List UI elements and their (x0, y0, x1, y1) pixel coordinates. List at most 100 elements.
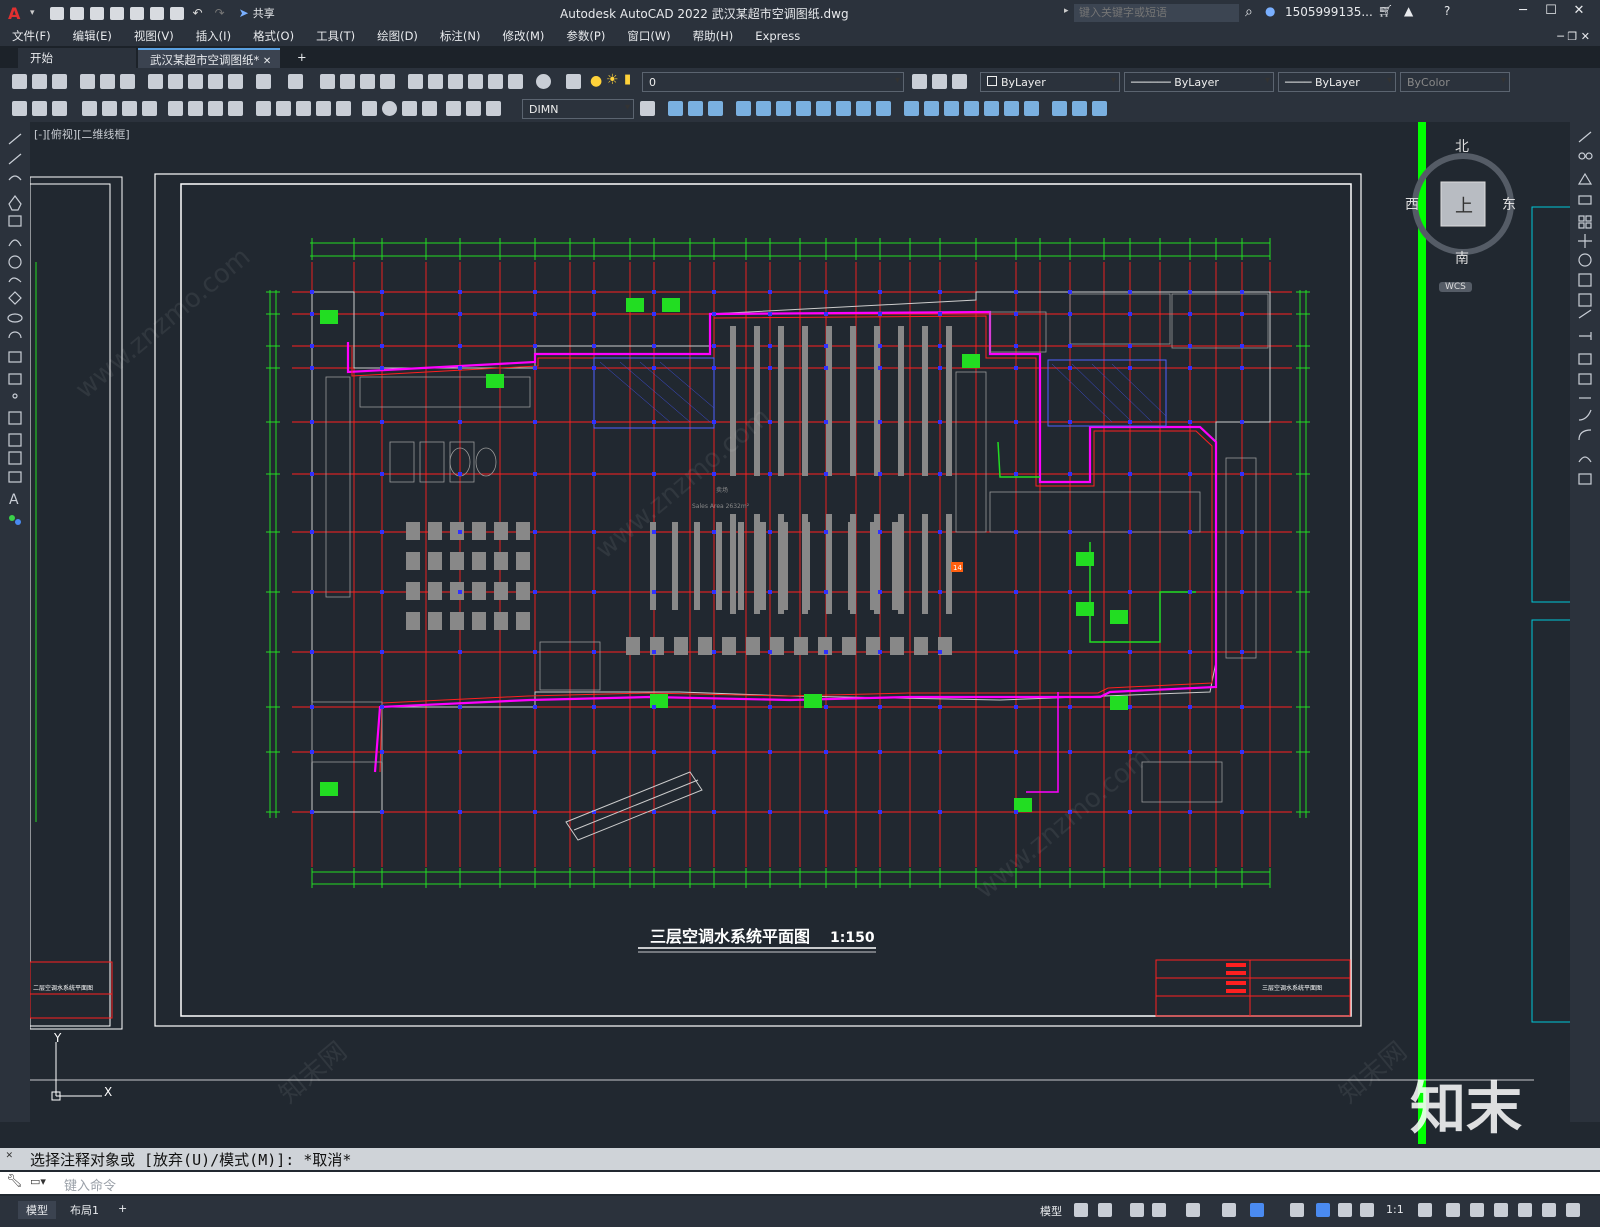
zoom-realtime-icon[interactable] (340, 74, 355, 89)
auto-scale-icon[interactable] (1360, 1203, 1374, 1217)
break-icon[interactable] (904, 101, 919, 116)
layer-properties-icon[interactable] (566, 74, 581, 89)
command-line[interactable]: 🔧︎ ▭▾ 键入命令 (0, 1172, 1600, 1194)
viewcube-top-face[interactable]: 上 (1455, 192, 1473, 218)
match-prop-icon[interactable] (208, 74, 223, 89)
viewcube[interactable]: 北 南 东 西 上 WCS (1405, 132, 1535, 302)
command-input[interactable]: 键入命令 (64, 1179, 116, 1194)
linetype-dropdown[interactable]: ────── ByLayer (1124, 72, 1274, 92)
open-file-icon[interactable] (32, 74, 47, 89)
copy-icon[interactable] (168, 74, 183, 89)
pan-icon[interactable] (320, 74, 335, 89)
layer-on-icon[interactable]: ● (590, 73, 602, 89)
drawing-canvas[interactable]: [-][俯视][二维线框] 二层空调水系统平面图 14 卖场 Sales Are… (30, 122, 1570, 1144)
app-menu-chevron-icon[interactable]: ▾ (30, 8, 35, 18)
doc-window-controls-icon[interactable]: ─ ❐ ✕ (1557, 30, 1590, 43)
menu-insert[interactable]: 插入(I) (196, 28, 231, 44)
center-mark-icon[interactable] (382, 101, 397, 116)
layer-previous-icon[interactable] (932, 74, 947, 89)
menu-modify[interactable]: 修改(M) (503, 28, 545, 44)
jogged-dim-icon[interactable] (188, 101, 203, 116)
recent-commands-icon[interactable]: ▭▾ (30, 1175, 46, 1188)
copy-object-icon[interactable] (688, 101, 703, 116)
tab-start[interactable]: 开始 (18, 48, 136, 68)
menu-tools[interactable]: 工具(T) (316, 28, 355, 44)
annotation-monitor-icon[interactable] (1446, 1203, 1460, 1217)
model-space-button[interactable]: 模型 (1040, 1203, 1062, 1219)
customize-status-icon[interactable] (1566, 1203, 1580, 1217)
baseline-dim-icon[interactable] (276, 101, 291, 116)
open-icon[interactable] (69, 6, 84, 20)
cut-icon[interactable] (148, 74, 163, 89)
stretch-icon[interactable] (836, 101, 851, 116)
plot-icon[interactable] (169, 6, 184, 20)
menu-draw[interactable]: 绘图(D) (377, 28, 418, 44)
make-current-layer-icon[interactable] (912, 74, 927, 89)
jogged-linear-icon[interactable] (422, 101, 437, 116)
menu-parametric[interactable]: 参数(P) (566, 28, 605, 44)
draw-order-icon[interactable] (12, 101, 27, 116)
command-close-icon[interactable]: ✕ (6, 1148, 13, 1161)
layout-tab-layout1[interactable]: 布局1 (62, 1201, 107, 1219)
properties-icon[interactable] (408, 74, 423, 89)
pedit-icon[interactable] (1072, 101, 1087, 116)
share-icon[interactable]: ➤ (239, 6, 249, 20)
search-input[interactable] (1074, 4, 1239, 22)
close-button[interactable]: ✕ (1568, 3, 1590, 23)
inspection-icon[interactable] (402, 101, 417, 116)
diameter-dim-icon[interactable] (208, 101, 223, 116)
markup-icon[interactable] (488, 74, 503, 89)
trim-icon[interactable] (856, 101, 871, 116)
annotation-scale[interactable]: 1:1 (1386, 1203, 1404, 1216)
undo-tb-icon[interactable] (256, 74, 271, 89)
open-web-icon[interactable] (129, 6, 144, 20)
radius-dim-icon[interactable] (168, 101, 183, 116)
save-as-icon[interactable] (109, 6, 124, 20)
search-icon[interactable]: ⌕ (1245, 4, 1253, 20)
draw-tools-icons[interactable]: A (0, 122, 30, 542)
app-logo[interactable]: A (8, 4, 30, 23)
minimize-button[interactable]: ─ (1512, 3, 1534, 23)
continue-dim-icon[interactable] (296, 101, 311, 116)
scale-icon[interactable] (816, 101, 831, 116)
zoom-window-icon[interactable] (360, 74, 375, 89)
dimstyle-dropdown[interactable]: DIMN (522, 99, 634, 119)
dim-edit-icon[interactable] (446, 101, 461, 116)
osnap-track-icon[interactable] (1222, 1203, 1236, 1217)
mirror-icon[interactable] (708, 101, 723, 116)
save-icon[interactable] (89, 6, 104, 20)
sheet-set-icon[interactable] (468, 74, 483, 89)
publish-icon[interactable] (120, 74, 135, 89)
erase-icon[interactable] (668, 101, 683, 116)
zoom-previous-icon[interactable] (380, 74, 395, 89)
explode-icon[interactable] (984, 101, 999, 116)
search-expand-icon[interactable]: ▸ (1064, 6, 1069, 16)
isolate-objects-icon[interactable] (1518, 1203, 1532, 1217)
annotation-icon[interactable] (1316, 1203, 1330, 1217)
grid-icon[interactable] (1074, 1203, 1088, 1217)
move-icon[interactable] (776, 101, 791, 116)
cart-icon[interactable]: 🛒︎ (1378, 4, 1393, 18)
viewcube-south[interactable]: 南 (1455, 248, 1469, 268)
angular-dim-icon[interactable] (228, 101, 243, 116)
dim-break-icon[interactable] (336, 101, 351, 116)
maximize-button[interactable]: ☐ (1540, 3, 1562, 23)
tolerance-icon[interactable] (362, 101, 377, 116)
help-icon[interactable]: ? (1444, 4, 1450, 18)
polar-icon[interactable] (1152, 1203, 1166, 1217)
extend-icon[interactable] (876, 101, 891, 116)
undo-icon[interactable]: ↶ (193, 6, 203, 20)
tab-drawing[interactable]: 武汉某超市空调图纸* ✕ (138, 48, 280, 68)
hardware-accel-icon[interactable] (1542, 1203, 1556, 1217)
dim-style-manager-icon[interactable] (640, 101, 655, 116)
paste-icon[interactable] (188, 74, 203, 89)
menu-dimension[interactable]: 标注(N) (440, 28, 481, 44)
tab-new[interactable]: + (285, 48, 319, 68)
save-web-icon[interactable] (149, 6, 164, 20)
menu-help[interactable]: 帮助(H) (693, 28, 734, 44)
layout-tab-add[interactable]: + (110, 1201, 135, 1216)
design-center-icon[interactable] (428, 74, 443, 89)
aligned-dim-icon[interactable] (102, 101, 117, 116)
menu-view[interactable]: 视图(V) (134, 28, 174, 44)
user-account[interactable]: 1505999135... (1285, 5, 1373, 19)
